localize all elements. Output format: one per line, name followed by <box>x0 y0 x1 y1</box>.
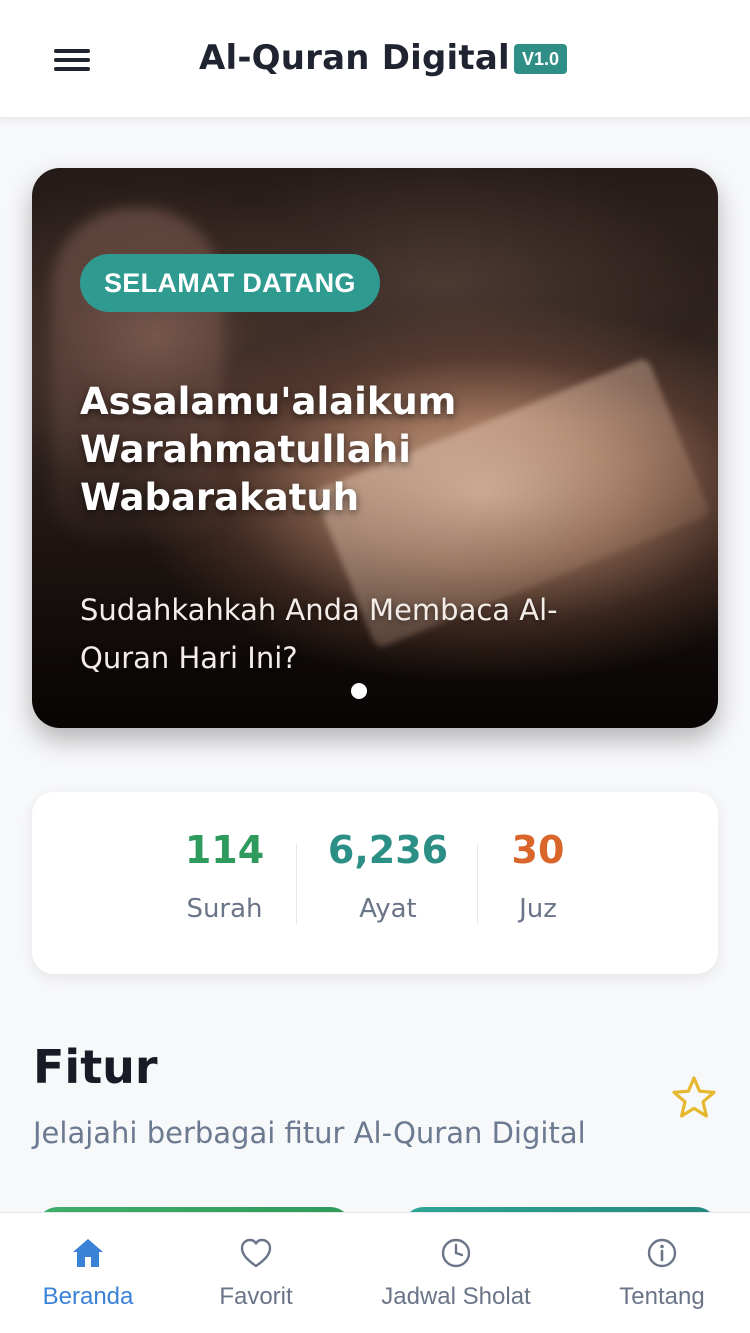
version-badge: V1.0 <box>514 44 568 74</box>
hero-question-text: Sudahkahkah Anda Membaca Al-Quran Hari I… <box>80 593 558 675</box>
app-title: Al-Quran Digital <box>199 38 510 78</box>
nav-item-favorit[interactable]: Favorit <box>196 1213 316 1333</box>
features-title: Fitur <box>33 1040 158 1094</box>
nav-label: Tentang <box>619 1283 705 1310</box>
heart-icon <box>240 1238 272 1268</box>
star-icon <box>672 1076 716 1118</box>
stat-surah: 114 Surah <box>162 828 287 924</box>
nav-label: Favorit <box>219 1283 293 1310</box>
stat-value: 114 <box>184 828 265 872</box>
nav-label: Jadwal Sholat <box>381 1283 531 1310</box>
hamburger-menu-icon[interactable] <box>52 44 92 76</box>
welcome-badge: SELAMAT DATANG <box>80 254 380 312</box>
home-icon <box>73 1239 103 1267</box>
stat-value: 30 <box>511 828 565 872</box>
stat-label: Juz <box>519 894 557 924</box>
welcome-carousel-card[interactable]: SELAMAT DATANG Assalamu'alaikum Warahmat… <box>32 168 718 728</box>
stat-juz: 30 Juz <box>492 828 584 924</box>
stat-label: Ayat <box>359 894 417 924</box>
features-subtitle: Jelajahi berbagai fitur Al-Quran Digital <box>33 1116 586 1150</box>
nav-item-tentang[interactable]: Tentang <box>602 1213 722 1333</box>
greeting-heading: Assalamu'alaikum Warahmatullahi Wabaraka… <box>80 380 457 519</box>
stats-card: 114 Surah 6,236 Ayat 30 Juz <box>32 792 718 974</box>
stat-value: 6,236 <box>327 828 449 872</box>
stat-ayat: 6,236 Ayat <box>314 828 462 924</box>
clock-icon <box>441 1238 471 1268</box>
carousel-dot-active[interactable] <box>351 683 367 699</box>
app-header: Al-Quran Digital V1.0 <box>0 0 750 118</box>
nav-item-jadwal-sholat[interactable]: Jadwal Sholat <box>365 1213 547 1333</box>
nav-label: Beranda <box>42 1283 134 1310</box>
bottom-navigation: Beranda Favorit Jadwal Sholat Tentang <box>0 1212 750 1333</box>
stat-label: Surah <box>186 894 263 924</box>
stat-divider <box>477 844 478 924</box>
stat-divider <box>296 844 297 924</box>
nav-item-beranda[interactable]: Beranda <box>28 1213 148 1333</box>
info-icon <box>647 1238 677 1268</box>
